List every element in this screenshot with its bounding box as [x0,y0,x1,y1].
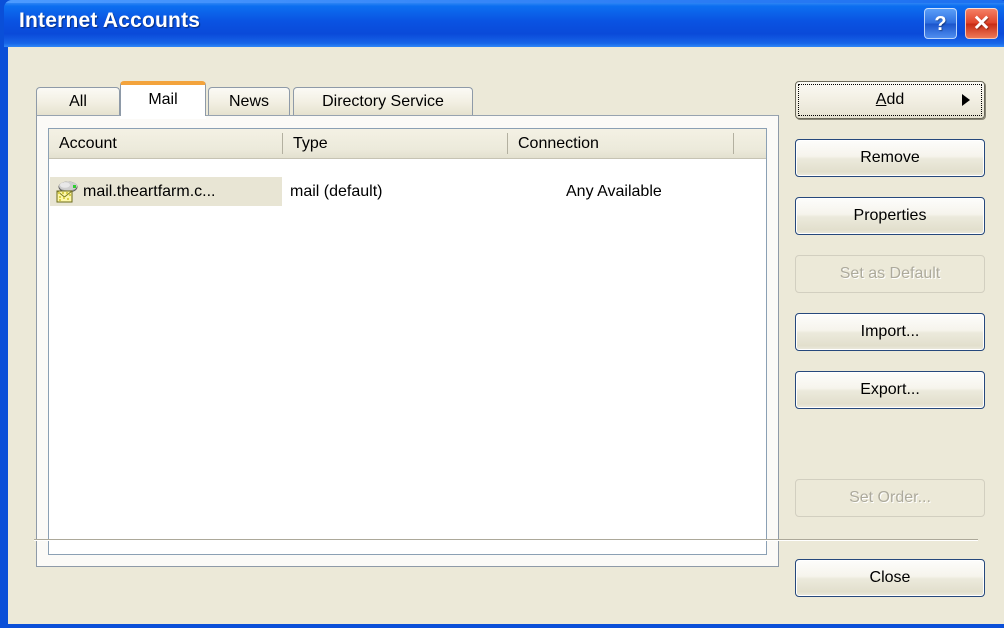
tab-directory-service-label: Directory Service [322,92,444,110]
table-row[interactable]: mail.theartfarm.c... mail (default) Any … [49,177,766,206]
cell-extra[interactable] [735,177,766,206]
column-header-account-label: Account [59,134,117,152]
tab-news[interactable]: News [208,87,290,115]
internet-accounts-dialog: Internet Accounts ? ✕ All Mail News Dire… [0,0,1004,628]
remove-button[interactable]: Remove [795,139,985,177]
tab-mail[interactable]: Mail [120,81,206,119]
add-accel-letter: A [875,91,887,108]
dialog-body: All Mail News Directory Service Account [8,47,1004,624]
close-window-button[interactable]: ✕ [965,8,998,39]
add-label-rest: dd [886,91,905,108]
title-bar[interactable]: Internet Accounts ? ✕ [4,0,1004,47]
close-icon: ✕ [972,12,991,35]
export-button-label: Export... [860,381,920,398]
footer-separator [34,539,978,541]
accounts-list-rows: mail.theartfarm.c... mail (default) Any … [49,159,766,554]
tab-news-label: News [228,92,269,110]
cell-account[interactable]: mail.theartfarm.c... [50,177,282,206]
set-order-button: Set Order... [795,479,985,517]
tab-all[interactable]: All [36,87,120,115]
set-order-button-label: Set Order... [849,489,931,506]
tab-mail-label: Mail [148,90,178,108]
cell-connection-label: Any Available [566,182,662,200]
cell-account-label: mail.theartfarm.c... [83,182,216,200]
close-button[interactable]: Close [795,559,985,597]
cell-connection[interactable]: Any Available [511,177,733,206]
column-header-connection-label: Connection [518,134,599,152]
column-header-extra[interactable] [734,129,766,158]
import-button-label: Import... [860,323,920,340]
question-mark-icon: ? [934,12,947,35]
window-title: Internet Accounts [19,9,201,32]
set-as-default-button: Set as Default [795,255,985,293]
accounts-list-header: Account Type Connection [49,129,766,159]
properties-button-label: Properties [853,207,927,224]
column-header-type[interactable]: Type [283,129,507,158]
import-button[interactable]: Import... [795,313,985,351]
accounts-list[interactable]: Account Type Connection mail.theartfarm.… [48,128,767,555]
chevron-right-icon [962,94,970,106]
remove-button-label: Remove [860,149,920,166]
add-button[interactable]: Add [795,81,985,119]
help-button[interactable]: ? [924,8,957,39]
tab-panel-mail: Account Type Connection mail.theartfarm.… [36,115,779,567]
column-header-type-label: Type [293,134,328,152]
cell-type[interactable]: mail (default) [285,177,507,206]
set-as-default-button-label: Set as Default [839,265,941,282]
properties-button[interactable]: Properties [795,197,985,235]
tab-directory-service[interactable]: Directory Service [293,87,473,115]
tab-all-label: All [69,92,87,110]
close-button-label: Close [869,569,911,586]
export-button[interactable]: Export... [795,371,985,409]
add-button-label: Add [876,91,904,109]
cell-type-label: mail (default) [290,182,383,200]
column-header-account[interactable]: Account [49,129,282,158]
mail-server-icon [54,180,80,204]
column-header-connection[interactable]: Connection [508,129,733,158]
